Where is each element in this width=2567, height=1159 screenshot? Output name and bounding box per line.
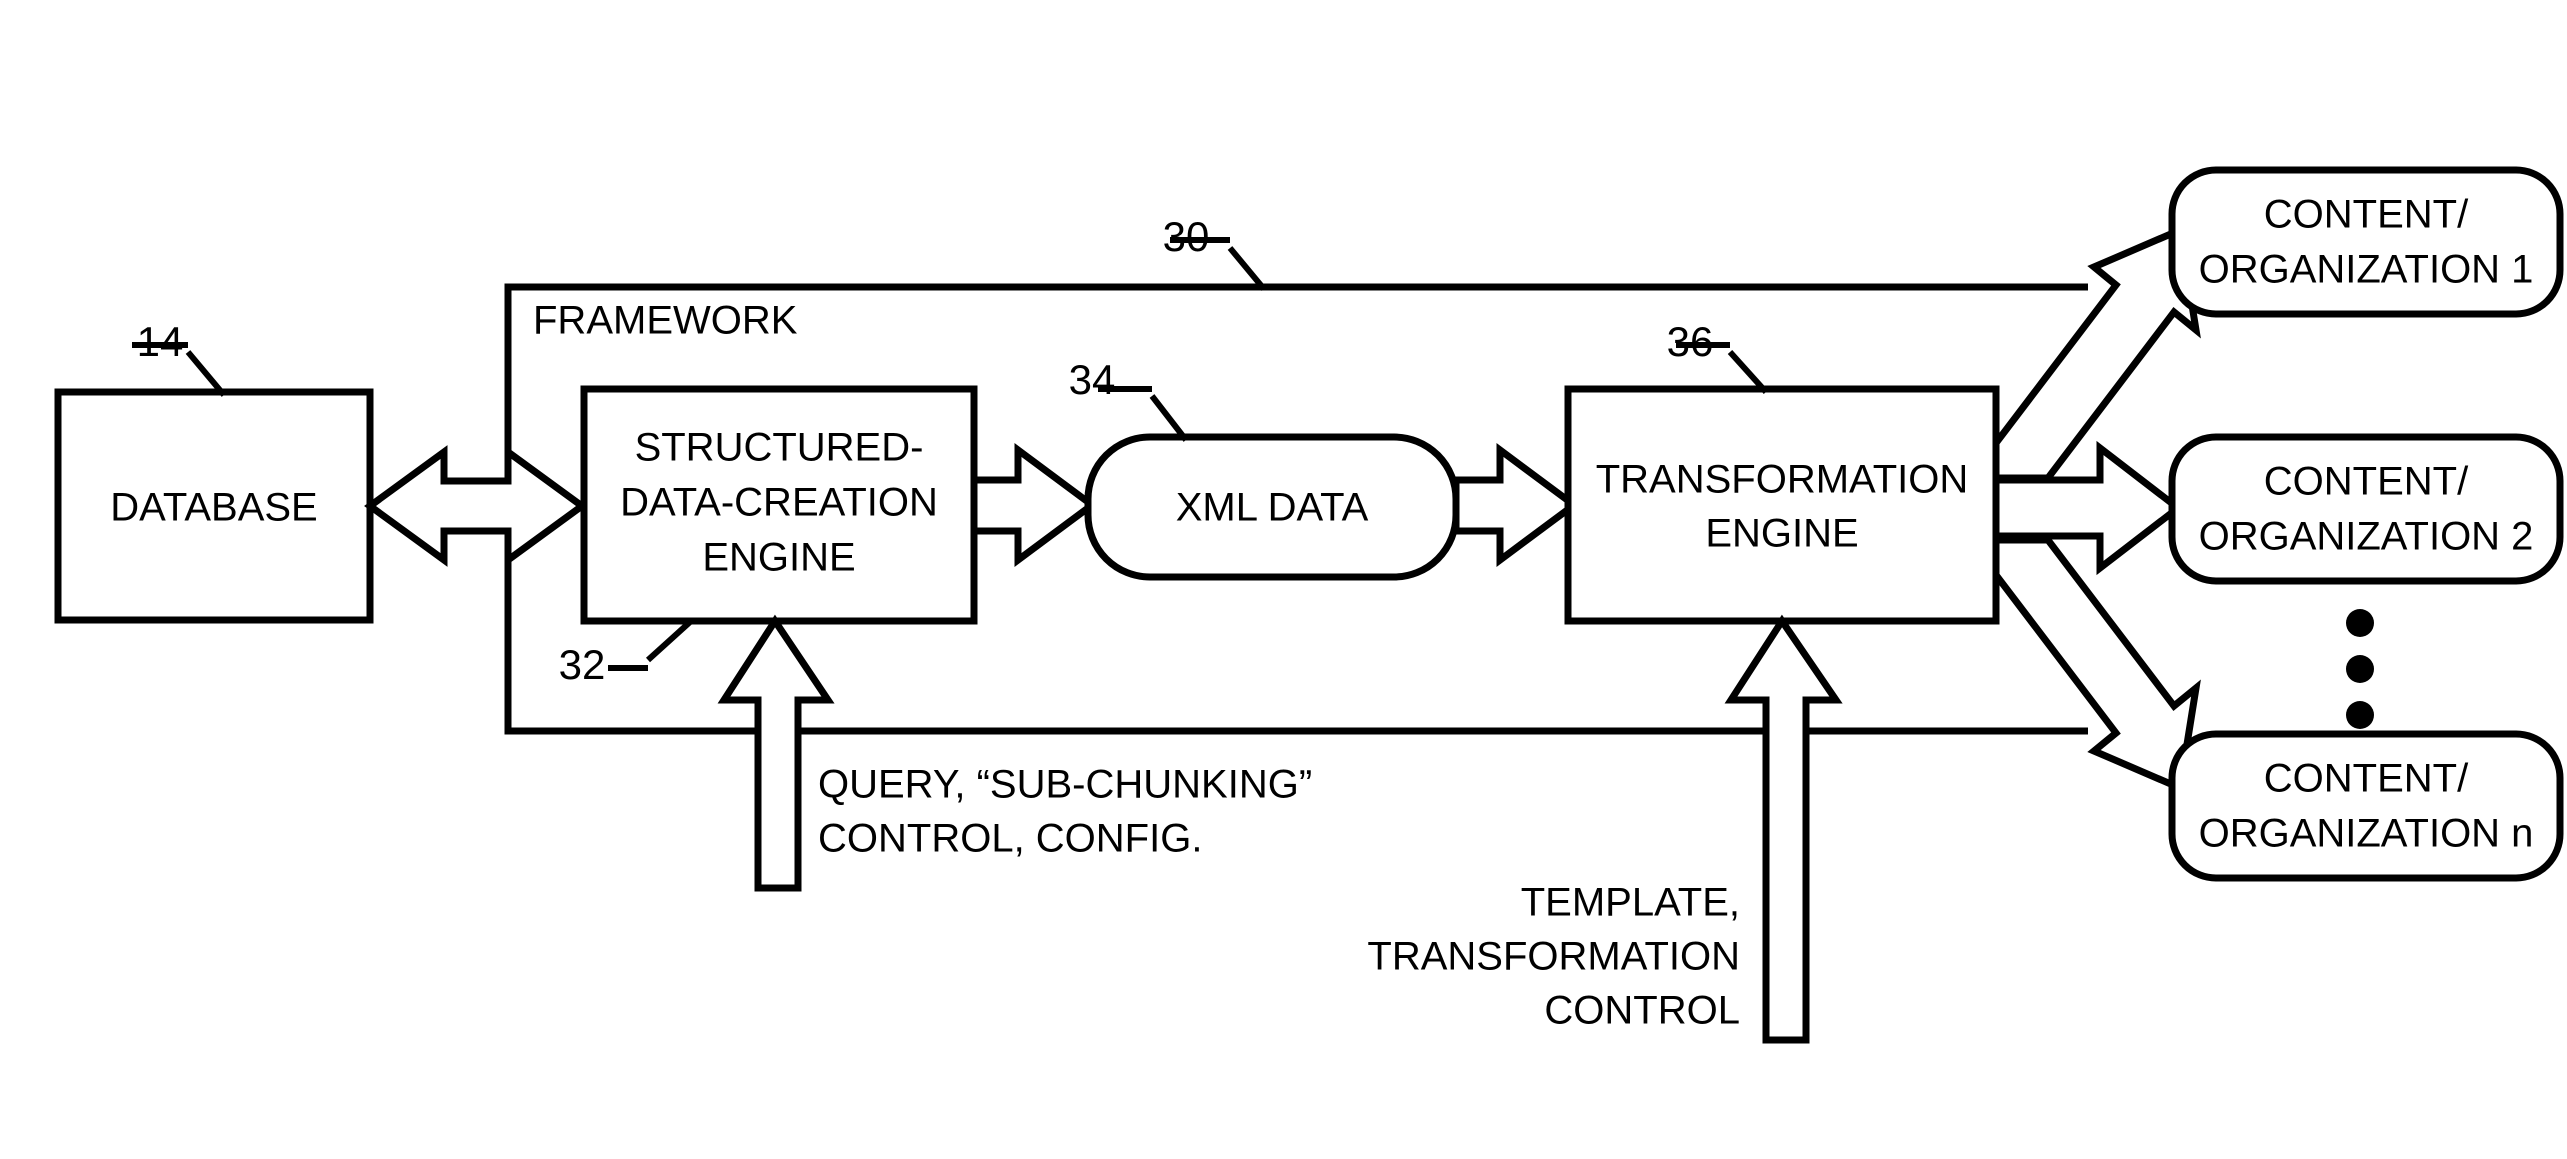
transformation-engine-line-2: ENGINE: [1705, 512, 1858, 556]
block-diagram-svg: 30 FRAMEWORK DATABASE 14 STRUCTURED- DAT…: [54, 166, 2564, 1044]
ref-number-14: 14: [137, 318, 184, 365]
transformation-to-output-n-arrow: [1992, 536, 2201, 793]
query-control-line-2: CONTROL, CONFIG.: [818, 817, 1202, 861]
sdce-ref-leader: [608, 619, 693, 671]
content-organization-2-line-1: CONTENT/: [2264, 460, 2469, 504]
ref-number-34: 34: [1069, 356, 1116, 403]
sdce-line-3: ENGINE: [702, 536, 855, 580]
database-to-engine-arrow: [364, 445, 588, 567]
content-organization-n-line-1: CONTENT/: [2264, 757, 2469, 801]
content-organization-1-line-1: CONTENT/: [2264, 193, 2469, 237]
transformation-engine-block: TRANSFORMATION ENGINE: [1564, 385, 2000, 625]
xml-data-block: XML DATA: [1084, 433, 1460, 581]
content-organization-n-line-2: ORGANIZATION n: [2199, 812, 2534, 856]
query-control-arrow: [717, 614, 835, 892]
content-organization-2-block: CONTENT/ ORGANIZATION 2: [2168, 433, 2564, 585]
framework-label: FRAMEWORK: [533, 299, 798, 343]
xml-to-transformation-arrow: [1452, 443, 1580, 567]
ref-number-30: 30: [1163, 213, 1210, 260]
figure-canvas: 30 FRAMEWORK DATABASE 14 STRUCTURED- DAT…: [0, 0, 2567, 1159]
vertical-ellipsis-icon: [2346, 609, 2374, 729]
template-control-line-1: TEMPLATE,: [1521, 881, 1740, 925]
ref-number-32: 32: [559, 641, 606, 688]
engine-to-xml-arrow: [970, 443, 1098, 567]
template-control-line-3: CONTROL: [1544, 989, 1740, 1033]
database-block: DATABASE: [54, 388, 374, 624]
xml-data-label: XML DATA: [1176, 486, 1369, 530]
transformation-engine-line-1: TRANSFORMATION: [1596, 458, 1969, 502]
template-control-line-2: TRANSFORMATION: [1367, 935, 1740, 979]
structured-data-creation-engine-block: STRUCTURED- DATA-CREATION ENGINE: [580, 385, 978, 625]
content-organization-2-line-2: ORGANIZATION 2: [2199, 515, 2534, 559]
sdce-line-1: STRUCTURED-: [635, 426, 924, 470]
template-control-arrow: [1724, 614, 1843, 1044]
content-organization-n-block: CONTENT/ ORGANIZATION n: [2168, 730, 2564, 882]
ref-number-36: 36: [1667, 318, 1714, 365]
query-control-line-1: QUERY, “SUB-CHUNKING”: [818, 763, 1312, 807]
content-organization-1-block: CONTENT/ ORGANIZATION 1: [2168, 166, 2564, 318]
database-label: DATABASE: [110, 486, 317, 530]
content-organization-1-line-2: ORGANIZATION 1: [2199, 248, 2534, 292]
sdce-line-2: DATA-CREATION: [620, 481, 938, 525]
transformation-to-output-1-arrow: [1992, 225, 2201, 482]
